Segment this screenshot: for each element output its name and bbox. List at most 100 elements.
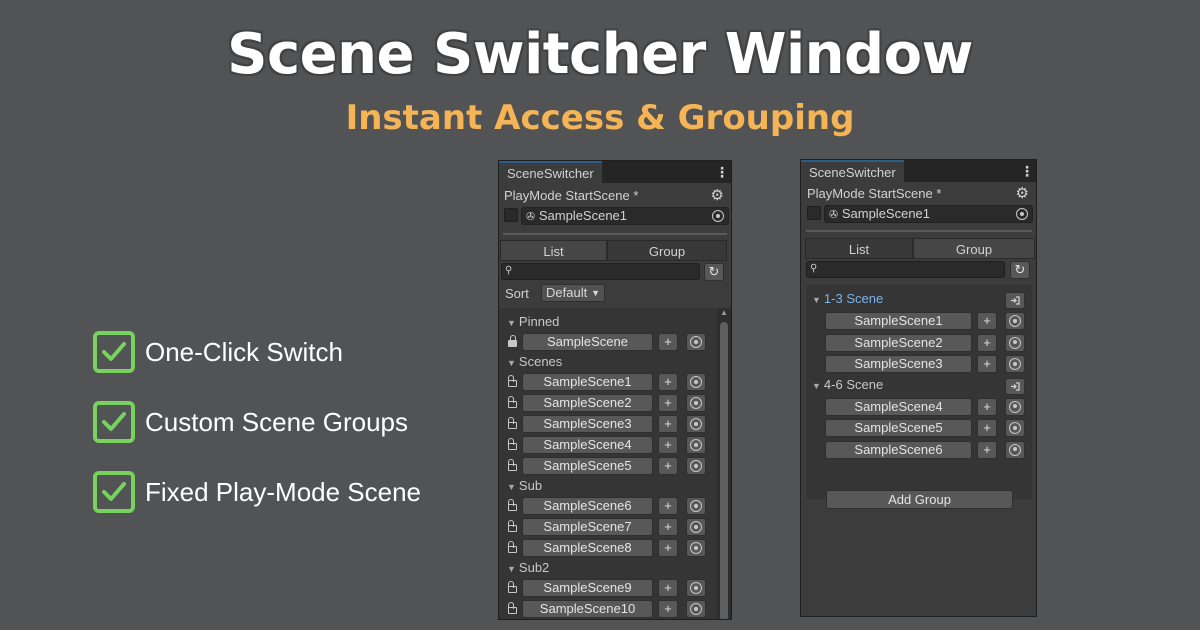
refresh-button[interactable]: ↻: [1010, 261, 1030, 279]
start-scene-field[interactable]: ✇ SampleScene1: [521, 207, 729, 225]
kebab-menu-icon[interactable]: ⋮: [715, 164, 729, 180]
tab-list[interactable]: List: [805, 238, 913, 259]
ping-scene-button[interactable]: [686, 579, 706, 597]
lock-open-icon[interactable]: [507, 498, 519, 512]
ping-scene-button[interactable]: [1005, 312, 1025, 330]
ping-scene-button[interactable]: [1005, 419, 1025, 437]
ping-scene-button[interactable]: [686, 600, 706, 618]
scene-button[interactable]: SampleScene5: [825, 419, 972, 437]
sort-dropdown[interactable]: Default ▼: [541, 284, 605, 302]
section-header[interactable]: ▼ Scenes: [507, 354, 562, 369]
add-group-button[interactable]: Add Group: [826, 490, 1013, 509]
lock-open-icon[interactable]: [507, 601, 519, 615]
scene-button[interactable]: SampleScene3: [522, 415, 653, 433]
object-picker-icon[interactable]: [712, 210, 724, 222]
scene-button[interactable]: SampleScene8: [522, 539, 653, 557]
scene-button[interactable]: SampleScene: [522, 333, 653, 351]
gear-icon[interactable]: ⚙: [1016, 184, 1029, 202]
window-tab[interactable]: SceneSwitcher: [499, 161, 602, 183]
section-header[interactable]: ▼ Sub: [507, 478, 542, 493]
section-name: Sub2: [518, 560, 550, 575]
tab-list[interactable]: List: [500, 240, 607, 261]
enter-icon: [1011, 381, 1020, 391]
scene-button[interactable]: SampleScene2: [825, 333, 972, 352]
lock-open-icon[interactable]: [507, 374, 519, 388]
ping-scene-button[interactable]: [686, 394, 706, 412]
add-scene-button[interactable]: +: [658, 333, 678, 351]
group-header[interactable]: ▼ 1-3 Scene: [812, 291, 883, 306]
search-input[interactable]: ⚲: [501, 263, 700, 280]
search-input[interactable]: ⚲: [806, 261, 1005, 278]
lock-open-icon[interactable]: [507, 437, 519, 451]
add-scene-button[interactable]: +: [977, 355, 997, 373]
tab-group[interactable]: Group: [607, 240, 727, 261]
ping-scene-button[interactable]: [1005, 333, 1025, 352]
lock-body: [508, 525, 517, 532]
scene-button[interactable]: SampleScene7: [522, 518, 653, 536]
add-scene-button[interactable]: +: [977, 440, 997, 459]
start-scene-checkbox[interactable]: [504, 208, 518, 222]
lock-open-icon[interactable]: [507, 519, 519, 533]
section-header[interactable]: ▼ Sub2: [507, 560, 549, 575]
gear-icon[interactable]: ⚙: [711, 186, 724, 204]
add-scene-button[interactable]: +: [658, 415, 678, 433]
section-header[interactable]: ▼ Pinned: [507, 314, 559, 329]
tab-group[interactable]: Group: [913, 238, 1035, 259]
add-scene-button[interactable]: +: [658, 497, 678, 515]
ping-scene-button[interactable]: [686, 415, 706, 433]
ping-scene-button[interactable]: [1005, 440, 1025, 459]
object-picker-icon[interactable]: [1016, 208, 1028, 220]
add-scene-button[interactable]: +: [977, 397, 997, 416]
scene-button[interactable]: SampleScene6: [825, 440, 972, 459]
scrollbar-thumb[interactable]: [720, 322, 728, 619]
scene-button[interactable]: SampleScene9: [522, 579, 653, 597]
ping-scene-button[interactable]: [686, 518, 706, 536]
add-scene-button[interactable]: +: [658, 518, 678, 536]
add-scene-button[interactable]: +: [658, 436, 678, 454]
refresh-button[interactable]: ↻: [704, 263, 724, 281]
scroll-up-icon[interactable]: ▲: [720, 308, 728, 317]
ping-scene-button[interactable]: [686, 497, 706, 515]
lock-open-icon[interactable]: [507, 395, 519, 409]
ping-scene-button[interactable]: [686, 539, 706, 557]
scene-button[interactable]: SampleScene3: [825, 355, 972, 373]
ping-scene-button[interactable]: [686, 373, 706, 391]
lock-closed-icon[interactable]: [507, 334, 519, 348]
group-options-button[interactable]: [1005, 377, 1025, 395]
scene-button[interactable]: SampleScene1: [825, 312, 972, 330]
ping-scene-button[interactable]: [686, 436, 706, 454]
add-scene-button[interactable]: +: [658, 539, 678, 557]
scene-button[interactable]: SampleScene10: [522, 600, 653, 618]
kebab-menu-icon[interactable]: ⋮: [1020, 163, 1034, 179]
scene-button[interactable]: SampleScene4: [825, 397, 972, 416]
ping-scene-button[interactable]: [1005, 397, 1025, 416]
ping-scene-button[interactable]: [686, 457, 706, 475]
scene-button[interactable]: SampleScene5: [522, 457, 653, 475]
ping-scene-button[interactable]: [686, 333, 706, 351]
add-scene-button[interactable]: +: [658, 373, 678, 391]
add-scene-button[interactable]: +: [977, 419, 997, 437]
add-scene-button[interactable]: +: [658, 579, 678, 597]
lock-open-icon[interactable]: [507, 458, 519, 472]
start-scene-field[interactable]: ✇ SampleScene1: [824, 205, 1033, 223]
lock-open-icon[interactable]: [507, 580, 519, 594]
add-scene-button[interactable]: +: [658, 457, 678, 475]
add-scene-button[interactable]: +: [658, 600, 678, 618]
scene-button[interactable]: SampleScene1: [522, 373, 653, 391]
lock-open-icon[interactable]: [507, 416, 519, 430]
group-options-button[interactable]: [1005, 292, 1025, 309]
scene-button[interactable]: SampleScene2: [522, 394, 653, 412]
scene-button[interactable]: SampleScene6: [522, 497, 653, 515]
window-tab[interactable]: SceneSwitcher: [801, 160, 904, 182]
feature-list: One-Click Switch Custom Scene Groups Fixed…: [93, 330, 421, 540]
search-icon: ⚲: [810, 263, 818, 274]
group-header[interactable]: ▼ 4-6 Scene: [812, 377, 883, 392]
ping-scene-button[interactable]: [1005, 355, 1025, 373]
lock-open-icon[interactable]: [507, 540, 519, 554]
add-scene-button[interactable]: +: [977, 333, 997, 352]
start-scene-checkbox[interactable]: [807, 206, 821, 220]
scene-button[interactable]: SampleScene4: [522, 436, 653, 454]
add-scene-button[interactable]: +: [977, 312, 997, 330]
add-scene-button[interactable]: +: [658, 394, 678, 412]
scrollbar[interactable]: ▲: [717, 308, 731, 619]
